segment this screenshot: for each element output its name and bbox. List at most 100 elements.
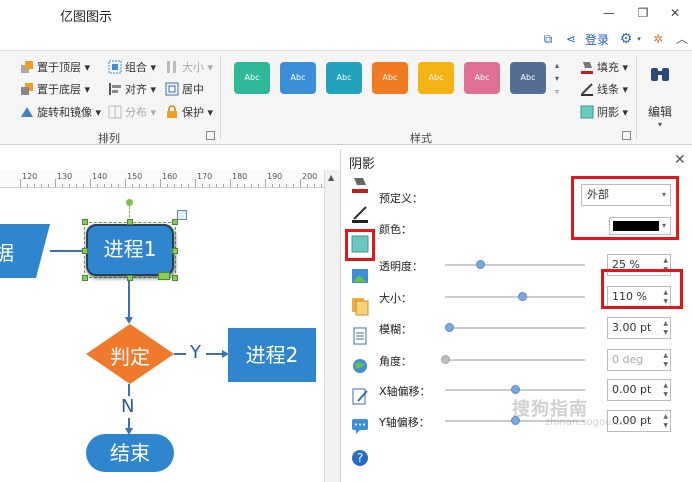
connector-line (206, 353, 222, 355)
edit-button[interactable]: 编辑 ▾ (640, 61, 680, 131)
style-swatch[interactable]: Abc (234, 62, 270, 94)
process1-shape[interactable]: 进程1 (86, 224, 174, 276)
align-icon (108, 82, 122, 96)
panel-title: 阴影 (349, 157, 376, 172)
connector-line (128, 281, 130, 317)
spin-arrows-icon[interactable]: ▲ ▼ (663, 412, 668, 430)
size-slider-thumb[interactable] (518, 292, 527, 301)
image-panel-icon[interactable] (349, 266, 371, 288)
size-slider-track[interactable] (445, 296, 585, 298)
app-title: 亿图图示 (60, 10, 113, 25)
floating-menu-icon[interactable] (177, 210, 187, 220)
fill-button[interactable]: 填充 ▾ (580, 59, 628, 77)
pen-icon (580, 82, 594, 96)
arrange-launcher-icon[interactable] (206, 131, 215, 140)
scroll-up-icon[interactable]: ▲ (328, 173, 334, 182)
angle-slider-track[interactable] (445, 359, 585, 361)
minimize-icon[interactable]: — (598, 4, 620, 22)
spin-arrows-icon[interactable]: ▲ ▼ (663, 319, 668, 337)
protect-button[interactable]: 保护 ▾ (165, 104, 213, 122)
ruler-minor-tick (111, 184, 112, 187)
blur-spinbox[interactable]: 3.00 pt ▲ ▼ (607, 317, 671, 339)
drawing-canvas[interactable]: 据 进程1 判定 Y 进程2 N 结束 (0, 188, 324, 482)
distribute-icon (108, 105, 122, 119)
selection-handle[interactable] (172, 248, 178, 254)
process2-shape[interactable]: 进程2 (228, 328, 316, 382)
ruler-minor-tick (286, 184, 287, 187)
style-swatch[interactable]: Abc (418, 62, 454, 94)
page-style-panel-icon[interactable] (349, 296, 371, 318)
blur-slider-thumb[interactable] (445, 323, 455, 332)
document-panel-icon[interactable] (349, 326, 371, 348)
ruler-minor-tick (237, 184, 238, 187)
panel-close-icon[interactable]: ✕ (674, 152, 686, 168)
style-launcher-icon[interactable] (622, 131, 631, 140)
vertical-scrollbar[interactable]: ▲ (324, 170, 340, 482)
close-window-icon[interactable]: ✕ (664, 4, 686, 22)
share-icon[interactable]: ⋖ (563, 31, 579, 47)
transparency-slider-track[interactable] (445, 264, 585, 266)
align-button[interactable]: 对齐 ▾ (108, 81, 156, 99)
selection-handle[interactable] (172, 275, 178, 281)
quick-style-icon[interactable] (158, 272, 170, 280)
ruler-tick-label: 130 (57, 172, 73, 181)
help-panel-icon[interactable]: ? (349, 448, 371, 470)
panel-icon-bar: ? (345, 172, 375, 482)
screen-capture-icon[interactable]: ⧉ (540, 31, 556, 47)
selection-handle[interactable] (82, 248, 88, 254)
ruler-tick (230, 179, 231, 187)
line-button[interactable]: 线条 ▾ (580, 81, 628, 99)
selection-handle[interactable] (127, 219, 133, 225)
edit-note-panel-icon[interactable] (349, 386, 371, 408)
svg-text:?: ? (357, 451, 363, 465)
xoffset-spinbox[interactable]: 0.00 pt ▲ ▼ (607, 379, 671, 401)
collapse-ribbon-icon[interactable]: ︿ (674, 31, 690, 47)
ruler-tick (55, 179, 56, 187)
data-shape[interactable]: 据 (0, 224, 50, 278)
preset-color-highlight (571, 176, 679, 240)
rotate-mirror-button[interactable]: 旋转和镜像 ▾ (20, 104, 101, 122)
data-shape-label: 据 (0, 241, 14, 265)
shadow-panel-icon[interactable] (349, 234, 371, 256)
watermark-url: zhinan.sogou.com (545, 417, 637, 428)
style-swatch[interactable]: Abc (280, 62, 316, 94)
restore-icon[interactable]: ❐ (632, 4, 654, 22)
spin-arrows-icon[interactable]: ▲ ▼ (663, 351, 668, 369)
center-button[interactable]: 居中 (165, 81, 204, 99)
decision-shape[interactable]: 判定 (86, 324, 174, 384)
end-shape[interactable]: 结束 (86, 434, 174, 472)
line-panel-icon[interactable] (349, 204, 371, 226)
angle-slider-thumb[interactable] (441, 355, 450, 364)
selection-handle[interactable] (82, 275, 88, 281)
blur-slider-track[interactable] (445, 327, 585, 329)
ruler-minor-tick (181, 184, 182, 187)
transparency-label: 透明度： (379, 260, 423, 273)
transparency-slider-thumb[interactable] (476, 260, 485, 269)
selection-handle[interactable] (82, 219, 88, 225)
swatch-scroll[interactable]: ▴ ▾ ▿ (552, 59, 562, 98)
angle-spinbox[interactable]: 0 deg ▲ ▼ (607, 349, 671, 371)
distribute-button[interactable]: 分布 ▾ (108, 104, 156, 122)
globe-panel-icon[interactable] (349, 356, 371, 378)
shadow-button[interactable]: 阴影 ▾ (580, 104, 628, 122)
style-swatch[interactable]: Abc (464, 62, 500, 94)
style-swatch[interactable]: Abc (326, 62, 362, 94)
size-button[interactable]: 大小 ▾ (165, 59, 213, 77)
plugin-icon[interactable]: ✲ (650, 31, 666, 47)
style-swatch[interactable]: Abc (510, 62, 546, 94)
rotate-handle[interactable] (126, 199, 133, 206)
ruler-minor-tick (41, 184, 42, 187)
send-to-back-button[interactable]: 置于底层 ▾ (20, 81, 90, 99)
ruler-minor-tick (146, 184, 147, 187)
size-label: 大小： (379, 292, 412, 305)
spin-arrows-icon[interactable]: ▲ ▼ (663, 381, 668, 399)
login-link[interactable]: 登录 (585, 31, 609, 48)
comment-panel-icon[interactable] (349, 416, 371, 438)
gear-dropdown-icon[interactable]: ▾ (631, 31, 647, 47)
xoffset-slider-thumb[interactable] (511, 385, 520, 394)
group-button[interactable]: 组合 ▾ (108, 59, 156, 77)
fill-panel-icon[interactable] (349, 174, 371, 196)
ruler-minor-tick (153, 184, 154, 187)
bring-to-front-button[interactable]: 置于顶层 ▾ (20, 59, 90, 77)
style-swatch[interactable]: Abc (372, 62, 408, 94)
